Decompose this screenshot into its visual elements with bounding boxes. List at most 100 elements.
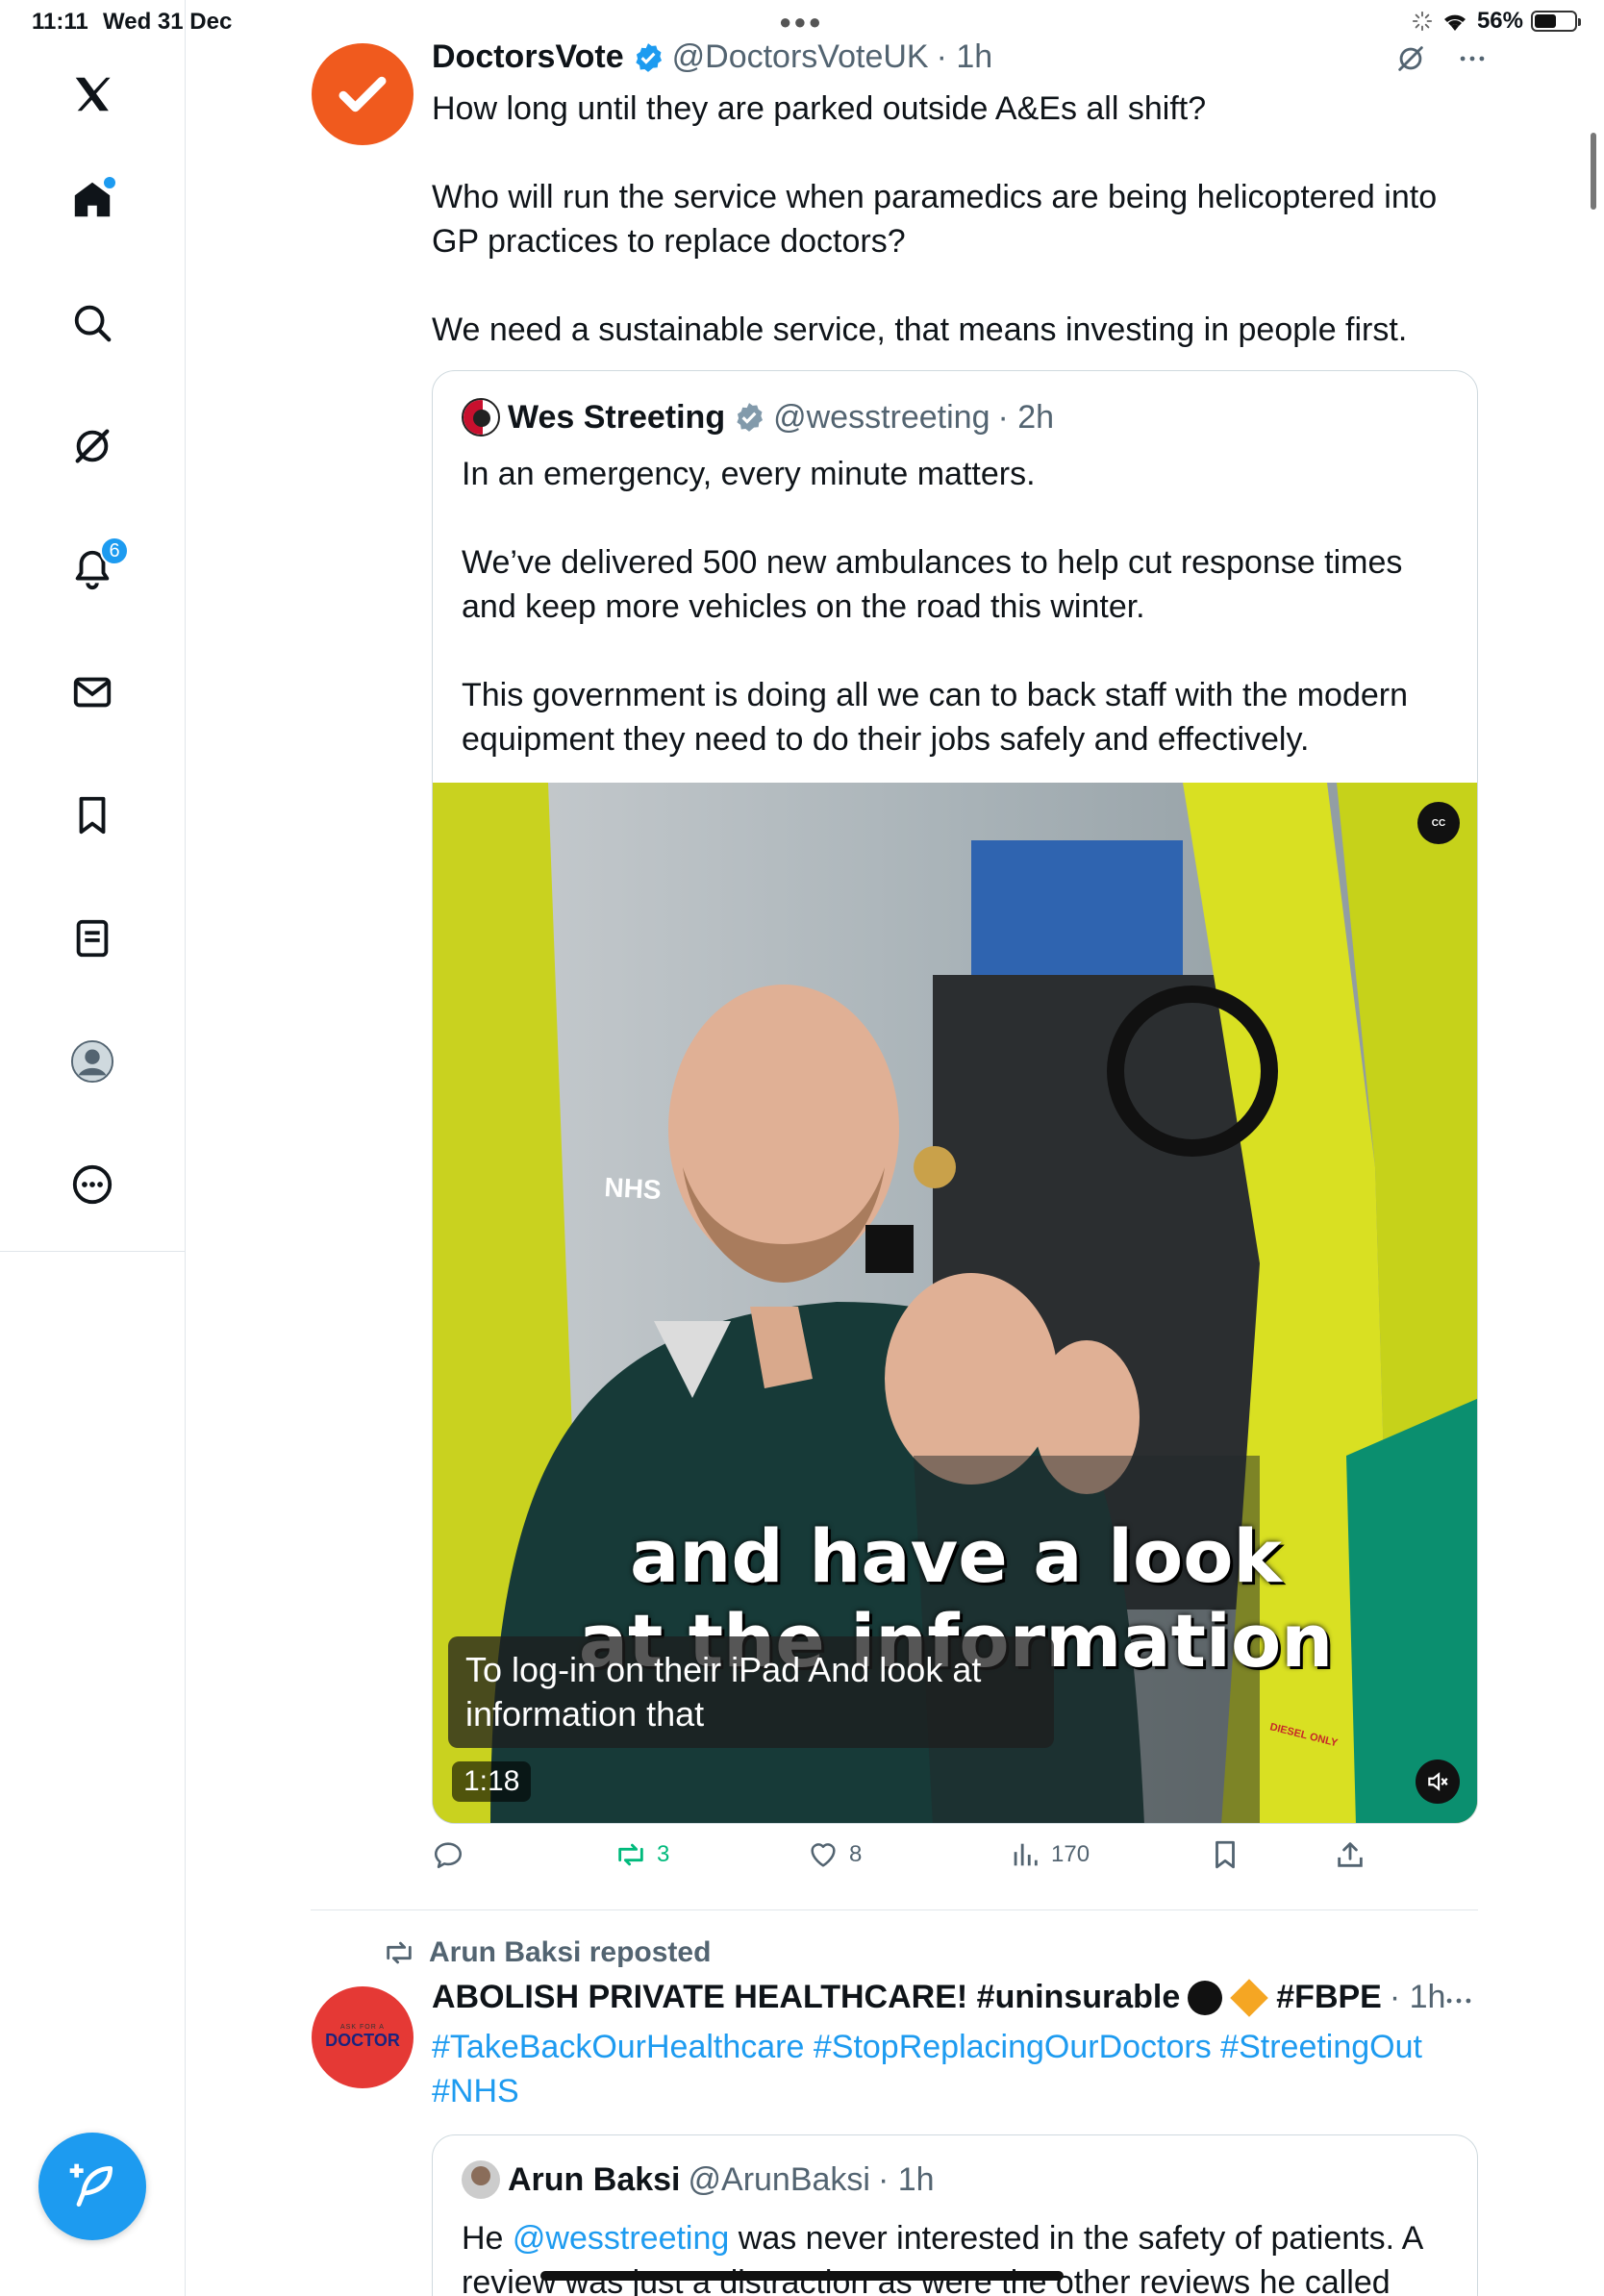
avatar-doctorsvote[interactable] xyxy=(312,43,414,145)
grok-icon[interactable] xyxy=(1394,42,1427,75)
compose-button[interactable] xyxy=(38,2133,146,2240)
quoted-tweet-header: Arun Baksi @ArunBaksi · 1h xyxy=(462,2160,935,2199)
nav-profile[interactable] xyxy=(63,1033,121,1090)
quoted-tweet-time[interactable]: · 1h xyxy=(878,2161,935,2199)
feather-plus-icon xyxy=(69,2163,113,2207)
verified-badge-icon xyxy=(636,42,662,72)
repost-icon xyxy=(387,1941,412,1964)
tweet-divider xyxy=(311,1909,1478,1910)
heart-icon xyxy=(811,1843,836,1867)
speaker-muted-icon xyxy=(1428,1772,1448,1791)
like-count: 8 xyxy=(849,1841,863,1867)
nav-explore[interactable] xyxy=(63,294,121,352)
like-button[interactable]: 8 xyxy=(807,1838,862,1871)
quoted-tweet-text: In an emergency, every minute matters. W… xyxy=(462,456,1408,758)
bookmark-icon xyxy=(1216,1840,1235,1869)
quoted-tweet-time[interactable]: · 2h xyxy=(998,399,1055,437)
battery-icon xyxy=(1531,11,1581,32)
more-circle-icon xyxy=(72,1164,113,1205)
tweet-time[interactable]: · 1h xyxy=(937,38,993,76)
scrollbar[interactable] xyxy=(1591,133,1596,210)
status-bar: 11:11 Wed 31 Dec ●●● 56% xyxy=(0,0,1604,42)
author-name-part1[interactable]: ABOLISH PRIVATE HEALTHCARE! #uninsurable xyxy=(432,1979,1180,2016)
more-options-button[interactable] xyxy=(1442,1984,1475,2022)
video-burned-caption-line1: and have a look xyxy=(630,1513,1282,1599)
x-logo-icon[interactable] xyxy=(63,65,121,123)
nav-messages[interactable] xyxy=(63,663,121,721)
author-name[interactable]: DoctorsVote xyxy=(432,38,624,76)
tweet-actions: 3 8 170 xyxy=(432,1838,1393,1886)
quoted-author-handle[interactable]: @ArunBaksi xyxy=(689,2161,870,2199)
more-options-icon xyxy=(1446,1998,1471,2004)
more-options-icon[interactable] xyxy=(1456,42,1489,75)
home-indicator[interactable] xyxy=(540,2271,1064,2281)
multitasking-dots-icon[interactable]: ●●● xyxy=(779,10,823,35)
nav-notifications[interactable]: 6 xyxy=(63,537,129,598)
nhs-logo: NHS xyxy=(604,1172,663,1205)
quoted-author-name[interactable]: Arun Baksi xyxy=(508,2161,681,2199)
home-unread-dot xyxy=(104,177,115,188)
envelope-icon xyxy=(73,677,112,708)
nav-lists[interactable] xyxy=(63,910,121,967)
tweet-header: DoctorsVote @DoctorsVoteUK · 1h xyxy=(432,38,992,76)
quoted-tweet-header: Wes Streeting @wesstreeting · 2h xyxy=(462,398,1054,437)
search-icon xyxy=(74,305,112,342)
tweet-hashtags[interactable]: #TakeBackOurHealthcare #StopReplacingOur… xyxy=(432,2025,1490,2113)
avatar-arunbaksi[interactable] xyxy=(462,2160,500,2199)
wifi-icon xyxy=(1443,14,1466,31)
repost-count: 3 xyxy=(657,1841,670,1867)
share-icon xyxy=(1338,1842,1363,1867)
bookmark-icon xyxy=(79,796,106,835)
status-indicators: 56% xyxy=(1412,8,1581,35)
video-subtitle: To log-in on their iPad And look at info… xyxy=(448,1636,1054,1748)
views-button[interactable]: 170 xyxy=(1009,1838,1090,1871)
reply-button[interactable] xyxy=(432,1838,464,1871)
author-name-part2[interactable]: #FBPE xyxy=(1276,1979,1382,2016)
avatar-text-small: ASK FOR A xyxy=(340,2024,385,2031)
repost-icon xyxy=(618,1843,643,1866)
quoted-author-handle[interactable]: @wesstreeting xyxy=(773,399,990,437)
battery-percent: 56% xyxy=(1476,8,1523,34)
nav-home[interactable] xyxy=(63,171,121,229)
avatar-wesstreeting[interactable] xyxy=(462,398,500,437)
tweet-text: How long until they are parked outside A… xyxy=(432,90,1438,348)
tweet-tools xyxy=(1394,42,1489,75)
quoted-tweet-text: He @wesstreeting was never interested in… xyxy=(462,2216,1452,2296)
mute-button[interactable] xyxy=(1416,1759,1460,1804)
black-circle-emoji-icon xyxy=(1188,1980,1223,2015)
sidebar-divider xyxy=(185,1252,186,2296)
author-handle[interactable]: @DoctorsVoteUK xyxy=(672,38,929,76)
side-navigation: 6 xyxy=(0,0,186,1252)
loading-spinner-icon xyxy=(1412,11,1433,32)
nav-more[interactable] xyxy=(63,1156,121,1213)
avatar-text-big: DOCTOR xyxy=(325,2031,400,2050)
quoted-tweet[interactable]: Wes Streeting @wesstreeting · 2h In an e… xyxy=(432,370,1478,1824)
profile-avatar-icon xyxy=(70,1039,114,1084)
mention-link[interactable]: @wesstreeting xyxy=(513,2220,729,2257)
bookmark-button[interactable] xyxy=(1209,1838,1241,1871)
notifications-badge: 6 xyxy=(100,537,129,565)
nav-bookmarks[interactable] xyxy=(63,786,121,844)
repost-indicator: Arun Baksi reposted xyxy=(383,1936,711,1969)
battery-fill xyxy=(1535,14,1557,28)
checkmark-icon xyxy=(338,76,387,112)
tweet-time[interactable]: · 1h xyxy=(1390,1979,1446,2016)
quoted-author-name[interactable]: Wes Streeting xyxy=(508,399,725,437)
tweet-header: ABOLISH PRIVATE HEALTHCARE! #uninsurable… xyxy=(432,1978,1446,2017)
orange-diamond-emoji-icon xyxy=(1230,1978,1269,2017)
nav-grok[interactable] xyxy=(63,417,121,475)
views-chart-icon xyxy=(1014,1843,1038,1866)
repost-label[interactable]: Arun Baksi reposted xyxy=(429,1936,711,1969)
list-icon xyxy=(76,919,109,958)
closed-captions-button[interactable]: CC xyxy=(1417,802,1460,844)
repost-button[interactable]: 3 xyxy=(614,1838,669,1871)
video-player[interactable]: NHS DIESEL ONLY CC and have a look at th… xyxy=(433,783,1477,1823)
views-count: 170 xyxy=(1051,1841,1090,1867)
verified-grey-badge-icon xyxy=(737,403,764,432)
grok-icon xyxy=(75,429,110,463)
avatar-ask-for-a-doctor[interactable]: ASK FOR A DOCTOR xyxy=(312,1986,414,2088)
video-duration: 1:18 xyxy=(452,1761,532,1802)
quoted-text-before: He xyxy=(462,2220,513,2257)
reply-icon xyxy=(434,1842,463,1869)
share-button[interactable] xyxy=(1334,1838,1366,1871)
